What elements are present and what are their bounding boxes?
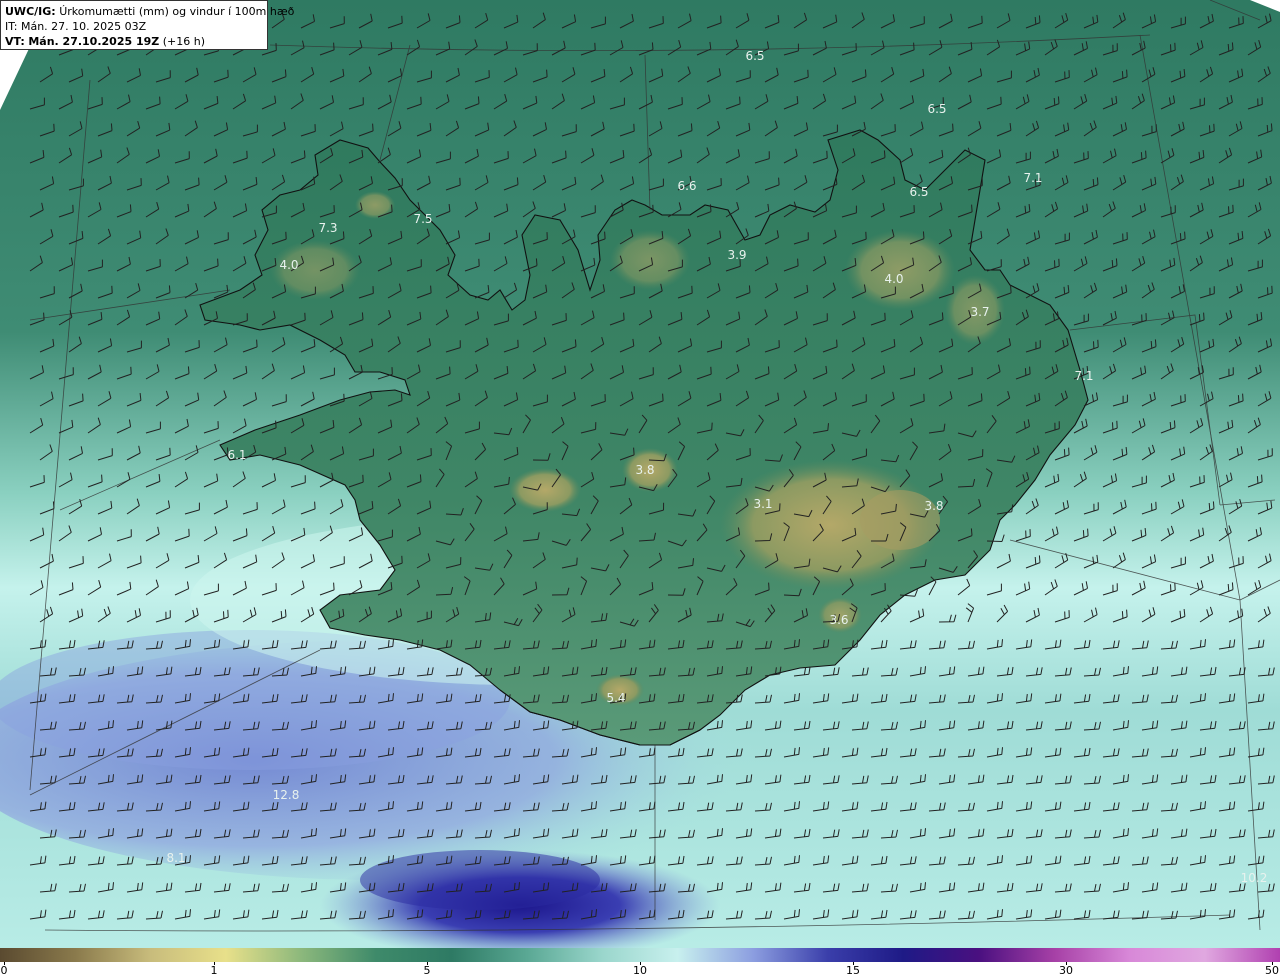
colorbar: 0 1 5 10 15 30 50	[0, 948, 1280, 978]
product-code: UWC/IG:	[5, 5, 56, 18]
precip-value-label: 4.0	[279, 258, 298, 272]
map-header: UWC/IG: Úrkomumætti (mm) og vindur í 100…	[0, 0, 294, 50]
precip-value-label: 7.1	[1074, 369, 1093, 383]
precip-value-label: 8.1	[166, 851, 185, 865]
colorbar-tick-label: 0	[0, 964, 8, 977]
map-title: Úrkomumætti (mm) og vindur í 100m hæð	[59, 5, 295, 18]
langjokull-glacier	[509, 468, 581, 512]
valid-time: Mán. 27.10.2025 19Z	[28, 35, 160, 48]
lead-time: (+16 h)	[162, 35, 206, 48]
precip-value-label: 6.6	[677, 179, 696, 193]
precip-value-label: 4.0	[884, 272, 903, 286]
valid-prefix: VT:	[5, 35, 25, 48]
colorbar-tick-label: 10	[633, 964, 647, 977]
precip-value-label: 6.5	[745, 49, 764, 63]
colorbar-tick-label: 50	[1265, 964, 1279, 977]
header-title-row: UWC/IG: Úrkomumætti (mm) og vindur í 100…	[5, 4, 294, 19]
colorbar-strip	[0, 948, 1280, 962]
precip-value-label: 7.5	[413, 212, 432, 226]
colorbar-tick-label: 30	[1059, 964, 1073, 977]
init-time: IT: Mán. 27. 10. 2025 03Z	[5, 20, 147, 33]
colorbar-tick-label: 15	[846, 964, 860, 977]
precip-value-label: 7.3	[318, 221, 337, 235]
precip-value-label: 10.2	[1241, 871, 1268, 885]
precip-value-label: 6.1	[227, 448, 246, 462]
precip-value-label: 3.6	[829, 613, 848, 627]
forecast-map: 6.5 6.5 7.1 6.6 6.5 7.3 7.5 4.0 3.9 4.0 3.7 7.1 6.1 3…	[0, 0, 1280, 948]
precip-value-label: 3.8	[924, 499, 943, 513]
precip-value-label: 6.5	[909, 185, 928, 199]
precip-value-label: 6.5	[927, 102, 946, 116]
precip-value-label: 3.8	[635, 463, 654, 477]
valid-time-row: VT: Mán. 27.10.2025 19Z (+16 h)	[5, 34, 263, 49]
precip-value-label: 3.9	[727, 248, 746, 262]
precip-value-label: 12.8	[273, 788, 300, 802]
colorbar-tick-label: 1	[210, 964, 218, 977]
precip-value-label: 3.1	[753, 497, 772, 511]
precip-value-label: 5.4	[606, 691, 625, 705]
colorbar-tick-label: 5	[423, 964, 431, 977]
precip-value-label: 7.1	[1023, 171, 1042, 185]
precip-value-label: 3.7	[970, 305, 989, 319]
